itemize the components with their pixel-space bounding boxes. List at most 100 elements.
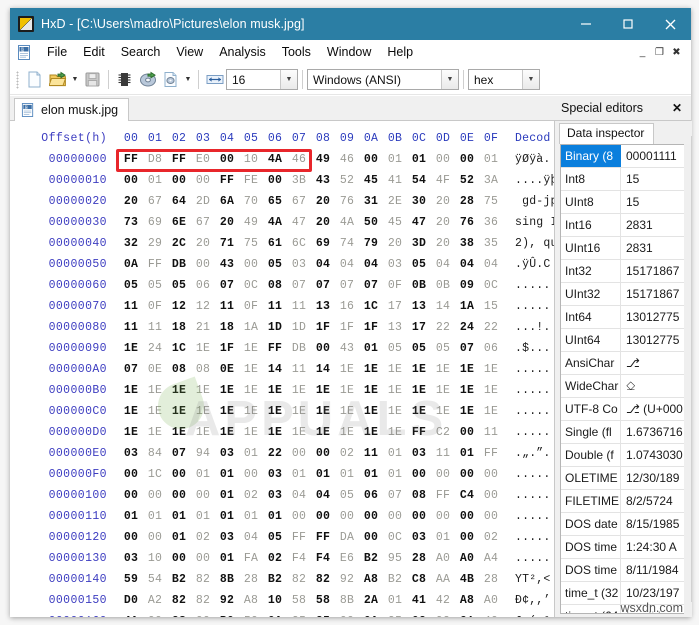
hex-byte[interactable]: 82 xyxy=(167,590,191,611)
hex-byte[interactable]: 1D xyxy=(263,317,287,338)
hex-byte[interactable]: 1E xyxy=(383,359,407,380)
decoded-text[interactable]: ..... xyxy=(515,485,554,506)
decoded-text[interactable]: ..... xyxy=(515,527,554,548)
hex-byte[interactable]: 08 xyxy=(407,485,431,506)
hex-byte[interactable]: 0A xyxy=(359,611,383,617)
hex-byte[interactable]: B2 xyxy=(359,548,383,569)
hex-byte[interactable]: 01 xyxy=(215,485,239,506)
data-inspector-value[interactable]: 1.0743030 xyxy=(621,444,684,466)
hex-byte[interactable]: 11 xyxy=(287,296,311,317)
hex-byte[interactable]: 03 xyxy=(383,254,407,275)
hex-byte[interactable]: 12 xyxy=(167,296,191,317)
hex-byte[interactable]: 54 xyxy=(143,569,167,590)
data-inspector-row[interactable]: DOS time 8/11/1984 xyxy=(561,559,684,582)
hex-byte[interactable]: 05 xyxy=(263,254,287,275)
menu-file[interactable]: File xyxy=(39,42,75,62)
hex-byte[interactable]: 00 xyxy=(167,548,191,569)
decoded-text[interactable]: ..... xyxy=(515,296,554,317)
hex-byte[interactable]: D8 xyxy=(143,149,167,170)
hex-byte[interactable]: FF xyxy=(167,149,191,170)
hex-byte[interactable]: 67 xyxy=(143,191,167,212)
encoding-combo[interactable]: Windows (ANSI) ▼ xyxy=(307,69,459,90)
data-inspector-row[interactable]: AnsiChar ⎇ xyxy=(561,352,684,375)
decoded-text[interactable]: .$... xyxy=(515,338,554,359)
hex-byte[interactable]: 1E xyxy=(479,380,503,401)
decoded-text[interactable]: ..... xyxy=(515,464,554,485)
hex-byte[interactable]: 1F xyxy=(359,317,383,338)
hex-byte[interactable]: DB xyxy=(287,338,311,359)
hex-byte[interactable]: 0C xyxy=(479,275,503,296)
hex-byte[interactable]: 43 xyxy=(335,338,359,359)
hex-byte[interactable]: 12 xyxy=(191,296,215,317)
hex-byte[interactable]: 40 xyxy=(479,611,503,617)
hex-byte[interactable]: 20 xyxy=(431,212,455,233)
hex-row[interactable]: 000000D0 1E 1E 1E 1E 1E 1E 1E 1E 1E 1E 1E 1E FF C2 00 11… xyxy=(10,422,554,443)
hex-byte[interactable]: 03 xyxy=(119,548,143,569)
hex-byte[interactable]: B2 xyxy=(383,569,407,590)
hex-byte[interactable]: B2 xyxy=(167,569,191,590)
data-inspector-row[interactable]: UInt16 2831 xyxy=(561,237,684,260)
hex-byte[interactable]: 67 xyxy=(287,191,311,212)
hex-byte[interactable]: 20 xyxy=(311,212,335,233)
data-inspector-value[interactable]: 8/2/5724 xyxy=(621,490,684,512)
hex-byte[interactable]: 01 xyxy=(431,527,455,548)
hex-byte[interactable]: 92 xyxy=(215,590,239,611)
hex-byte[interactable]: 1E xyxy=(287,380,311,401)
hex-byte[interactable]: 00 xyxy=(311,506,335,527)
hex-byte[interactable]: 1E xyxy=(455,359,479,380)
hex-byte[interactable]: 1E xyxy=(119,422,143,443)
hex-byte[interactable]: 07 xyxy=(359,275,383,296)
menu-window[interactable]: Window xyxy=(319,42,379,62)
data-inspector-row[interactable]: DOS time 1:24:30 A xyxy=(561,536,684,559)
hex-byte[interactable]: 07 xyxy=(215,275,239,296)
hex-byte[interactable]: 92 xyxy=(431,611,455,617)
hex-byte[interactable]: FA xyxy=(239,548,263,569)
hex-byte[interactable]: 1E xyxy=(287,422,311,443)
hex-byte[interactable]: 18 xyxy=(167,317,191,338)
hex-row[interactable]: 00000010 00 01 00 00 FF FE 00 3B 43 52 45 41 54 4F 52 3A… xyxy=(10,170,554,191)
hex-byte[interactable]: 1A xyxy=(239,317,263,338)
hex-byte[interactable]: 0C xyxy=(239,275,263,296)
new-file-icon[interactable] xyxy=(23,68,46,91)
hex-row[interactable]: 00000030 73 69 6E 67 20 49 4A 47 20 4A 50 45 47 20 76 36… xyxy=(10,212,554,233)
hex-byte[interactable]: 25 xyxy=(383,611,407,617)
hex-byte[interactable]: 04 xyxy=(431,254,455,275)
decoded-text[interactable]: ..... xyxy=(515,275,554,296)
decoded-text[interactable]: gd-jp xyxy=(515,191,554,212)
hex-byte[interactable]: 3B xyxy=(287,170,311,191)
hex-byte[interactable]: 4F xyxy=(431,170,455,191)
hex-byte[interactable]: 03 xyxy=(407,443,431,464)
hex-byte[interactable]: 30 xyxy=(407,191,431,212)
decoded-text[interactable]: ....ÿþ xyxy=(515,170,554,191)
data-inspector-row[interactable]: UInt32 15171867 xyxy=(561,283,684,306)
decoded-text[interactable]: ..... xyxy=(515,422,554,443)
hex-byte[interactable]: 01 xyxy=(455,443,479,464)
hex-byte[interactable]: 1E xyxy=(383,380,407,401)
hex-row[interactable]: 00000150 D0 A2 82 82 92 A8 10 58 58 8B 2A 01 41 42 A8 A0… xyxy=(10,590,554,611)
hex-byte[interactable]: 1E xyxy=(407,380,431,401)
minimize-button[interactable] xyxy=(565,8,607,40)
hex-byte[interactable]: 49 xyxy=(239,212,263,233)
hex-byte[interactable]: 1E xyxy=(383,401,407,422)
hex-byte[interactable]: 01 xyxy=(215,506,239,527)
hex-byte[interactable]: 09 xyxy=(455,275,479,296)
hex-byte[interactable]: 29 xyxy=(143,233,167,254)
hex-byte[interactable]: 11 xyxy=(215,296,239,317)
hex-byte[interactable]: 00 xyxy=(407,506,431,527)
hex-byte[interactable]: A0 xyxy=(431,548,455,569)
hex-byte[interactable]: 0F xyxy=(143,296,167,317)
hex-byte[interactable]: 1E xyxy=(311,380,335,401)
hex-byte[interactable]: 00 xyxy=(479,506,503,527)
hex-byte[interactable]: 42 xyxy=(431,590,455,611)
hex-byte[interactable]: 1A xyxy=(455,296,479,317)
hex-byte[interactable]: 1E xyxy=(215,401,239,422)
hex-byte[interactable]: 00 xyxy=(239,464,263,485)
menu-view[interactable]: View xyxy=(168,42,211,62)
data-inspector-value[interactable]: 8/15/1985 xyxy=(621,513,684,535)
hex-byte[interactable]: 31 xyxy=(359,191,383,212)
hex-byte[interactable]: 00 xyxy=(263,170,287,191)
hex-byte[interactable]: 65 xyxy=(263,191,287,212)
hex-byte[interactable]: 1E xyxy=(431,380,455,401)
hex-byte[interactable]: D0 xyxy=(119,590,143,611)
hex-byte[interactable]: 76 xyxy=(335,191,359,212)
